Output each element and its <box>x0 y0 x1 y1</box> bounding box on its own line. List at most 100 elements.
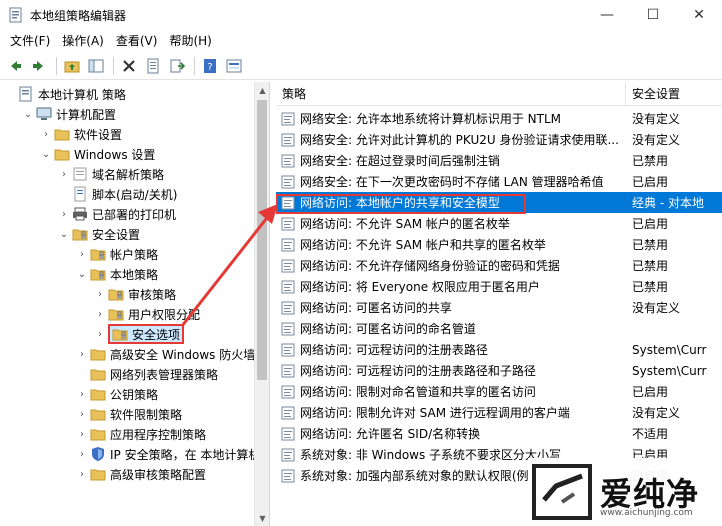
chevron-right-icon[interactable]: › <box>58 208 70 220</box>
policy-setting-icon <box>280 279 296 295</box>
chevron-right-icon[interactable]: › <box>94 308 106 320</box>
scroll-up-arrow-icon[interactable]: ▲ <box>255 82 269 98</box>
tree-item[interactable]: › 用户权限分配 <box>94 304 200 324</box>
tree-item[interactable]: › 已部署的打印机 <box>58 204 176 224</box>
chevron-right-icon[interactable]: › <box>76 388 88 400</box>
tree-scrollbar[interactable]: ▲ ▼ <box>254 82 269 526</box>
back-button[interactable] <box>4 55 26 77</box>
security-folder-icon <box>108 306 124 322</box>
delete-button[interactable] <box>118 55 140 77</box>
policy-row[interactable]: 网络访问: 允许匿名 SID/名称转换 不适用 <box>276 423 722 444</box>
tree-item[interactable]: ⌄ 安全设置 <box>58 224 140 244</box>
tree-item[interactable]: › 软件限制策略 <box>76 404 182 424</box>
policy-value: 没有定义 <box>632 112 681 126</box>
show-hide-tree-button[interactable] <box>85 55 107 77</box>
column-security-setting[interactable]: 安全设置 <box>626 82 722 105</box>
tree-item[interactable]: ⌄ Windows 设置 <box>40 144 156 164</box>
properties-button[interactable] <box>142 55 164 77</box>
policy-row[interactable]: 网络访问: 不允许存储网络身份验证的密码和凭据 已禁用 <box>276 255 722 276</box>
menu-file[interactable]: 文件(F) <box>4 30 56 52</box>
up-folder-button[interactable] <box>61 55 83 77</box>
chevron-right-icon[interactable]: › <box>76 448 88 460</box>
console-tree[interactable]: 本地计算机 策略 ⌄ 计算机配置 › 软件设置 ⌄ Windows 设置 › 域名解析策略脚本(… <box>0 82 270 526</box>
properties-icon <box>147 58 159 74</box>
tree-item[interactable]: ⌄ 本地策略 <box>76 264 158 284</box>
tree-item[interactable]: › 应用程序控制策略 <box>76 424 206 444</box>
watermark-url: www.aichunjing.com <box>600 508 693 518</box>
policy-row[interactable]: 网络安全: 允许对此计算机的 PKU2U 身份验证请求使用联... 没有定义 <box>276 129 722 150</box>
tree-item[interactable]: ⌄ 计算机配置 <box>22 104 116 124</box>
tree-item[interactable]: › 高级审核策略配置 <box>76 464 206 484</box>
toolbar-separator <box>113 57 114 75</box>
policy-row[interactable]: 网络访问: 可匿名访问的共享 没有定义 <box>276 297 722 318</box>
tree-item[interactable]: › 帐户策略 <box>76 244 158 264</box>
forward-button[interactable] <box>28 55 50 77</box>
menu-help[interactable]: 帮助(H) <box>163 30 217 52</box>
tree-item[interactable]: 脚本(启动/关机) <box>58 184 177 204</box>
toolbar-separator <box>194 57 195 75</box>
policy-row[interactable]: 网络访问: 将 Everyone 权限应用于匿名用户 已禁用 <box>276 276 722 297</box>
tree-item[interactable]: 网络列表管理器策略 <box>76 364 218 384</box>
policy-setting-icon <box>280 468 296 484</box>
tree-item[interactable]: › 审核策略 <box>94 284 176 304</box>
chevron-right-icon[interactable]: › <box>94 288 106 300</box>
tree-item[interactable]: › 安全选项 <box>94 324 185 344</box>
tree-item[interactable]: 本地计算机 策略 <box>4 84 126 104</box>
chevron-down-icon[interactable]: ⌄ <box>22 108 34 120</box>
policy-row[interactable]: 网络访问: 可远程访问的注册表路径 System\Curr <box>276 339 722 360</box>
policy-row[interactable]: 网络访问: 限制对命名管道和共享的匿名访问 已启用 <box>276 381 722 402</box>
close-button[interactable]: ✕ <box>676 0 722 30</box>
chevron-right-icon[interactable]: › <box>76 348 88 360</box>
policy-row[interactable]: 网络访问: 可远程访问的注册表路径和子路径 System\Curr <box>276 360 722 381</box>
tree-item[interactable]: › 高级安全 Windows 防火墙 <box>76 344 255 364</box>
tree-item-label: 高级安全 Windows 防火墙 <box>110 347 256 362</box>
maximize-button[interactable]: ☐ <box>630 0 676 30</box>
export-list-button[interactable] <box>166 55 188 77</box>
menu-action[interactable]: 操作(A) <box>56 30 110 52</box>
view-button[interactable] <box>223 55 245 77</box>
chevron-right-icon[interactable]: › <box>76 428 88 440</box>
policy-row[interactable]: 网络安全: 在超过登录时间后强制注销 已禁用 <box>276 150 722 171</box>
chevron-right-icon[interactable]: › <box>76 408 88 420</box>
minimize-button[interactable]: — <box>584 0 630 30</box>
tree-item-label: 应用程序控制策略 <box>110 427 207 442</box>
policy-setting-icon <box>280 447 296 463</box>
menu-view[interactable]: 查看(V) <box>110 30 164 52</box>
policy-name: 网络安全: 允许对此计算机的 PKU2U 身份验证请求使用联... <box>300 133 619 147</box>
policy-list-icon <box>72 166 88 182</box>
policy-value: 已禁用 <box>632 238 669 252</box>
tree-item[interactable]: › 公钥策略 <box>76 384 158 404</box>
scroll-down-arrow-icon[interactable]: ▼ <box>255 510 269 526</box>
tree-item-label: 域名解析策略 <box>92 167 165 182</box>
title-bar: 本地组策略编辑器 — ☐ ✕ <box>0 0 722 30</box>
scroll-thumb[interactable] <box>257 100 267 380</box>
policy-setting-icon <box>280 237 296 253</box>
column-policy[interactable]: 策略 <box>276 82 626 105</box>
help-button[interactable]: ? <box>199 55 221 77</box>
chevron-right-icon[interactable]: › <box>40 128 52 140</box>
chevron-down-icon[interactable]: ⌄ <box>58 228 70 240</box>
policy-row[interactable]: 网络访问: 可匿名访问的命名管道 <box>276 318 722 339</box>
policy-row[interactable]: 网络安全: 在下一次更改密码时不存储 LAN 管理器哈希值 已启用 <box>276 171 722 192</box>
chevron-right-icon[interactable]: › <box>76 468 88 480</box>
policy-name: 网络安全: 在下一次更改密码时不存储 LAN 管理器哈希值 <box>300 175 604 189</box>
policy-value: 已禁用 <box>632 259 669 273</box>
chevron-down-icon[interactable]: ⌄ <box>76 268 88 280</box>
computer-policy-icon <box>18 86 34 102</box>
tree-item[interactable]: › IP 安全策略，在 本地计算机 <box>76 444 260 464</box>
chevron-right-icon[interactable]: › <box>76 248 88 260</box>
policy-row[interactable]: 网络访问: 不允许 SAM 帐户和共享的匿名枚举 已禁用 <box>276 234 722 255</box>
shield-icon <box>90 446 106 462</box>
tree-item-label: Windows 设置 <box>74 147 156 162</box>
policy-row[interactable]: 网络安全: 允许本地系统将计算机标识用于 NTLM 没有定义 <box>276 108 722 129</box>
policy-row[interactable]: 网络访问: 限制允许对 SAM 进行远程调用的客户端 没有定义 <box>276 402 722 423</box>
chevron-right-icon[interactable]: › <box>94 328 106 340</box>
chevron-down-icon[interactable]: ⌄ <box>40 148 52 160</box>
policy-value: 已禁用 <box>632 280 669 294</box>
policy-name: 网络访问: 本地帐户的共享和安全模型 <box>300 196 500 210</box>
tree-item[interactable]: › 域名解析策略 <box>58 164 164 184</box>
policy-row[interactable]: 网络访问: 不允许 SAM 帐户的匿名枚举 已启用 <box>276 213 722 234</box>
chevron-right-icon[interactable]: › <box>58 168 70 180</box>
tree-item[interactable]: › 软件设置 <box>40 124 122 144</box>
policy-row[interactable]: 网络访问: 本地帐户的共享和安全模型 经典 - 对本地 <box>276 192 722 213</box>
